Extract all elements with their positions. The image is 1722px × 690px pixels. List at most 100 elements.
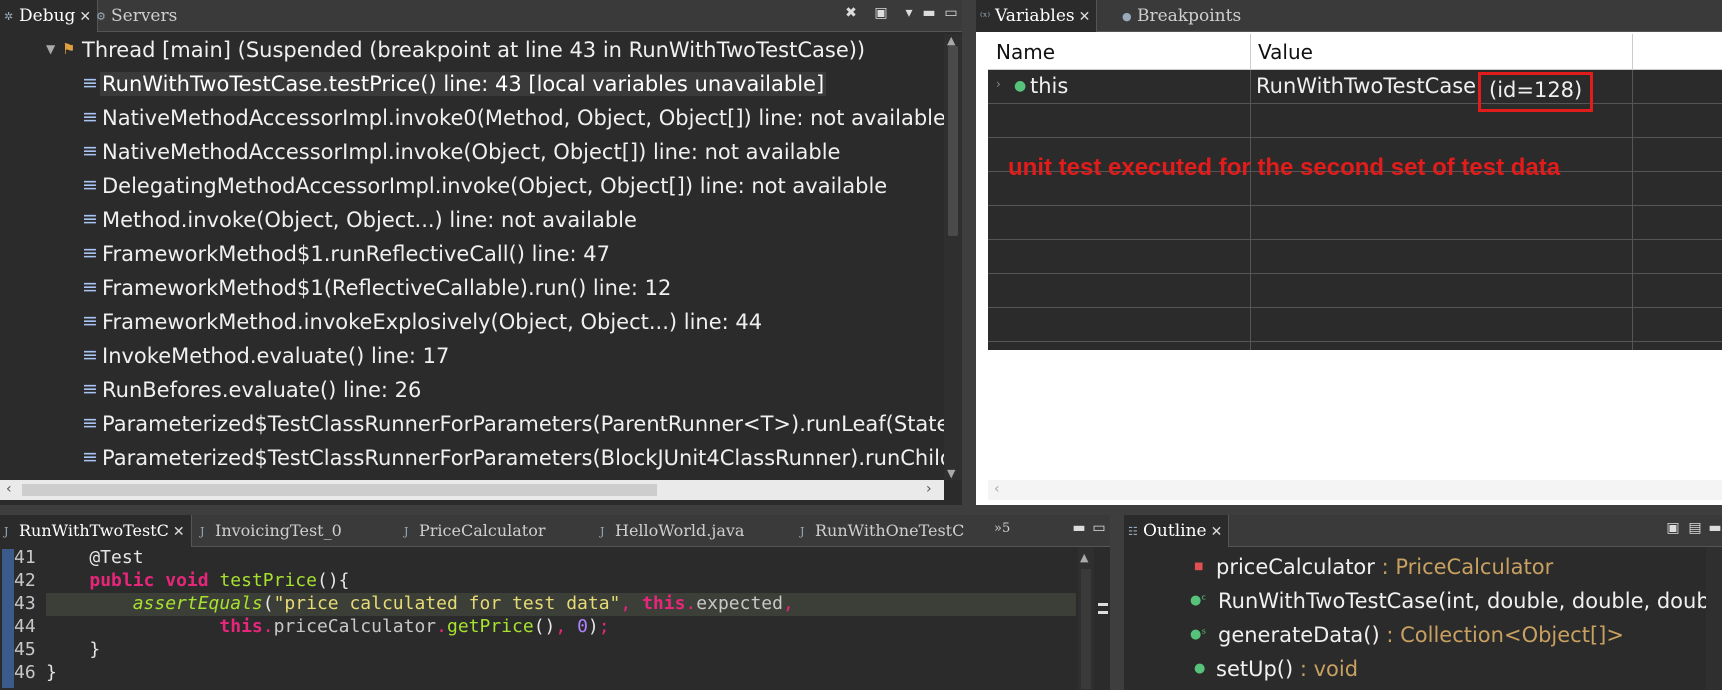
pane-divider[interactable] — [0, 505, 1722, 515]
outline-item[interactable]: ●ᶜ RunWithTwoTestCase(int, double, doubl… — [1124, 585, 1722, 619]
editor-vertical-scrollbar[interactable]: ▲ — [1078, 547, 1094, 690]
variables-horizontal-scrollbar[interactable]: ‹ — [988, 480, 1722, 500]
close-icon[interactable]: ✕ — [79, 9, 91, 25]
outline-item[interactable]: ■ priceCalculator : PriceCalculator — [1124, 551, 1722, 585]
ruler-marker[interactable] — [1098, 611, 1108, 614]
code-line-current: assertEquals("price calculated for test … — [46, 593, 1076, 616]
scroll-right-icon[interactable]: › — [926, 481, 932, 497]
chevron-down-icon[interactable]: ▼ — [46, 42, 55, 56]
editor-tab[interactable]: J RunWithTwoTestC ✕ — [0, 515, 192, 547]
tab-debug[interactable]: ✲ Debug ✕ — [0, 0, 99, 32]
stack-frame[interactable]: ≡ FrameworkMethod$1.runReflectiveCall() l… — [0, 238, 944, 272]
stack-frame[interactable]: ≡ InvokeMethod.evaluate() line: 17 — [0, 340, 944, 374]
table-row — [988, 308, 1722, 342]
minimize-icon[interactable]: ▬ — [1070, 519, 1088, 537]
close-icon[interactable]: ✕ — [1079, 9, 1091, 25]
chevron-down-icon[interactable]: ▾ — [900, 4, 918, 22]
stack-frame-icon: ≡ — [82, 276, 98, 298]
hidden-tabs-button[interactable]: »5 — [990, 515, 1016, 547]
view-menu-icon[interactable]: ▣ — [1664, 519, 1682, 537]
stack-frame-icon: ≡ — [82, 310, 98, 332]
close-icon[interactable]: ✕ — [1211, 524, 1223, 540]
tab-outline[interactable]: ☷ Outline ✕ — [1124, 515, 1230, 547]
code-area[interactable]: @Test public void testPrice(){ assertEqu… — [46, 547, 1076, 690]
code-editor: J RunWithTwoTestC ✕ J InvoicingTest_0 J Pric… — [0, 515, 1110, 690]
minimize-icon[interactable]: ▬ — [1706, 519, 1722, 537]
scroll-left-icon[interactable]: ‹ — [994, 481, 1000, 497]
scroll-left-icon[interactable]: ‹ — [6, 481, 12, 497]
stack-frame-icon: ≡ — [82, 412, 98, 434]
scroll-down-icon[interactable]: ▼ — [947, 467, 955, 480]
maximize-icon[interactable]: ▭ — [1090, 519, 1108, 537]
code-line: this.priceCalculator.getPrice(), 0); — [219, 616, 610, 637]
stack-frame-icon: ≡ — [82, 106, 98, 128]
editor-tab[interactable]: J InvoicingTest_0 — [196, 515, 348, 547]
column-divider[interactable] — [1632, 34, 1633, 70]
editor-tab[interactable]: J PriceCalculator — [400, 515, 552, 547]
stack-frame[interactable]: ≡ DelegatingMethodAccessorImpl.invoke(Obj… — [0, 170, 944, 204]
stack-frame-icon: ≡ — [82, 174, 98, 196]
table-row — [988, 206, 1722, 240]
stack-frame[interactable]: ≡ Parameterized$TestClassRunnerForParamet… — [0, 442, 944, 476]
field-icon: ● — [1014, 78, 1027, 94]
close-icon[interactable]: ✕ — [173, 524, 185, 540]
debug-horizontal-scrollbar[interactable]: ‹ › — [0, 480, 944, 500]
variables-table: Name Value › ● this RunWithTwoTestCase (… — [988, 34, 1722, 350]
code-line: public void testPrice(){ — [89, 570, 350, 591]
editor-tab[interactable]: J HelloWorld.java — [596, 515, 750, 547]
table-row — [988, 104, 1722, 138]
table-row — [988, 240, 1722, 274]
stack-frame[interactable]: ≡ FrameworkMethod$1(ReflectiveCallable).r… — [0, 272, 944, 306]
private-field-icon: ■ — [1194, 561, 1204, 572]
column-divider[interactable] — [1250, 34, 1251, 70]
debug-view: ✲ Debug ✕ ⚙ Servers ✖ ▣ ▾ ▬ ▭ ▼ ⚑ Thread [m… — [0, 0, 962, 505]
tab-variables[interactable]: ⁽ˣ⁾ Variables ✕ — [976, 0, 1098, 32]
constructor-icon: ●ᶜ — [1190, 593, 1207, 608]
stack-frame[interactable]: ≡ Method.invoke(Object, Object...) line: … — [0, 204, 944, 238]
debug-vertical-scrollbar[interactable]: ▲ ▼ — [944, 34, 962, 480]
variable-detail-pane[interactable] — [988, 350, 1722, 480]
editor-tab[interactable]: J RunWithOneTestC — [796, 515, 970, 547]
table-row[interactable]: › ● this RunWithTwoTestCase (id=128) — [988, 70, 1722, 112]
column-header-name[interactable]: Name — [996, 40, 1055, 64]
scroll-thumb[interactable] — [22, 484, 657, 496]
stack-frame[interactable]: ≡ RunWithTwoTestCase.testPrice() line: 43… — [0, 68, 944, 102]
pane-divider[interactable] — [962, 0, 976, 505]
stack-frame-icon: ≡ — [82, 242, 98, 264]
stack-frame[interactable]: ≡ Parameterized$TestClassRunnerForParamet… — [0, 408, 944, 442]
scroll-up-icon[interactable]: ▲ — [1080, 551, 1088, 564]
public-method-icon: ● — [1194, 661, 1206, 676]
stack-frame[interactable]: ≡ NativeMethodAccessorImpl.invoke(Object,… — [0, 136, 944, 170]
stack-frame[interactable]: ≡ NativeMethodAccessorImpl.invoke0(Method… — [0, 102, 944, 136]
stack-frame-icon: ≡ — [82, 72, 98, 94]
overview-ruler[interactable] — [1094, 547, 1110, 690]
variables-icon: ⁽ˣ⁾ — [980, 10, 991, 23]
tab-servers[interactable]: ⚙ Servers — [92, 0, 183, 32]
scroll-thumb[interactable] — [948, 46, 958, 236]
column-header-value[interactable]: Value — [1258, 40, 1313, 64]
thread-node[interactable]: ▼ ⚑ Thread [main] (Suspended (breakpoint… — [0, 34, 944, 68]
stack-frame[interactable]: ≡ RunBefores.evaluate() line: 26 — [0, 374, 944, 408]
collapse-all-icon[interactable]: ▤ — [1686, 519, 1704, 537]
stack-frame-icon: ≡ — [82, 446, 98, 468]
stack-frame[interactable]: ≡ FrameworkMethod.invokeExplosively(Objec… — [0, 306, 944, 340]
variables-view: ⁽ˣ⁾ Variables ✕ ● Breakpoints Name Value › … — [976, 0, 1722, 505]
code-line: } — [46, 662, 57, 683]
minimize-icon[interactable]: ▬ — [920, 4, 938, 22]
debug-stack-tree: ▼ ⚑ Thread [main] (Suspended (breakpoint… — [0, 34, 944, 480]
code-line: @Test — [46, 547, 144, 568]
maximize-icon[interactable]: ▭ — [942, 4, 960, 22]
ruler-marker[interactable] — [1098, 603, 1108, 606]
outline-view: ☷ Outline ✕ ▣ ▤ ▬ ■ priceCalculator : Pric… — [1124, 515, 1722, 690]
scroll-thumb[interactable] — [1081, 569, 1091, 689]
java-file-icon: J — [800, 525, 805, 538]
annotation-text: unit test executed for the second set of… — [1008, 154, 1561, 181]
outline-vertical-scrollbar[interactable] — [1706, 547, 1722, 690]
outline-item[interactable]: ● setUp() : void — [1124, 653, 1722, 687]
remove-terminated-icon[interactable]: ✖ — [842, 4, 860, 22]
view-menu-icon[interactable]: ▣ — [872, 4, 890, 22]
pane-divider[interactable] — [1110, 515, 1124, 690]
outline-item[interactable]: ●ˢ generateData() : Collection<Object[]> — [1124, 619, 1722, 653]
tab-breakpoints[interactable]: ● Breakpoints — [1118, 0, 1247, 32]
chevron-right-icon[interactable]: › — [996, 77, 1001, 91]
